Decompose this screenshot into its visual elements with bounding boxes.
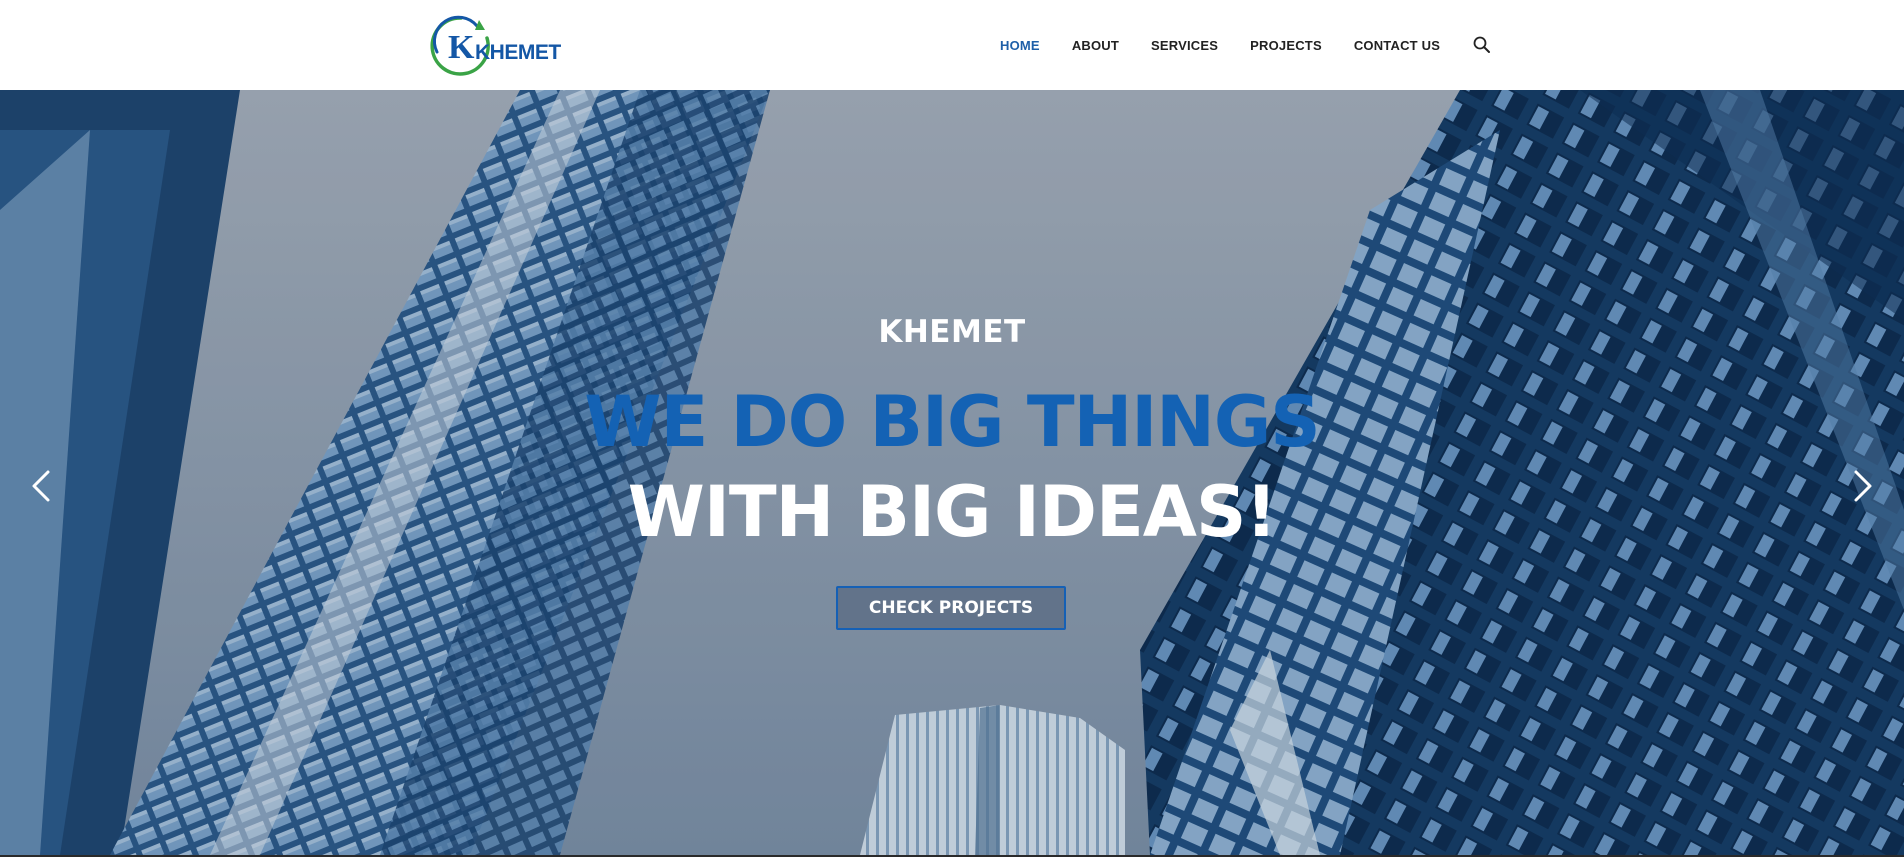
hero-content: KHEMET WE DO BIG THINGS WITH BIG IDEAS! … [0,90,1904,855]
check-projects-button[interactable]: CHECK PROJECTS [836,586,1066,630]
nav-about[interactable]: ABOUT [1072,38,1119,53]
logo-wordmark: KHEMET [475,41,561,64]
hero-headline-line2: WITH BIG IDEAS! [627,471,1278,553]
search-icon[interactable] [1472,35,1492,55]
hero-slider: KHEMET WE DO BIG THINGS WITH BIG IDEAS! … [0,90,1904,855]
chevron-left-icon[interactable] [26,466,56,506]
nav-contact-us[interactable]: CONTACT US [1354,38,1440,53]
site-header: K KHEMET HOME ABOUT SERVICES PROJECTS CO… [0,0,1904,90]
site-logo[interactable]: K KHEMET [425,12,561,78]
main-nav: HOME ABOUT SERVICES PROJECTS CONTACT US [1000,0,1492,90]
chevron-right-icon[interactable] [1848,466,1878,506]
hero-headline-line1: WE DO BIG THINGS [584,381,1320,463]
hero-eyebrow: KHEMET [878,314,1026,350]
nav-projects[interactable]: PROJECTS [1250,38,1322,53]
svg-text:K: K [448,29,475,66]
nav-services[interactable]: SERVICES [1151,38,1218,53]
nav-home[interactable]: HOME [1000,38,1040,53]
